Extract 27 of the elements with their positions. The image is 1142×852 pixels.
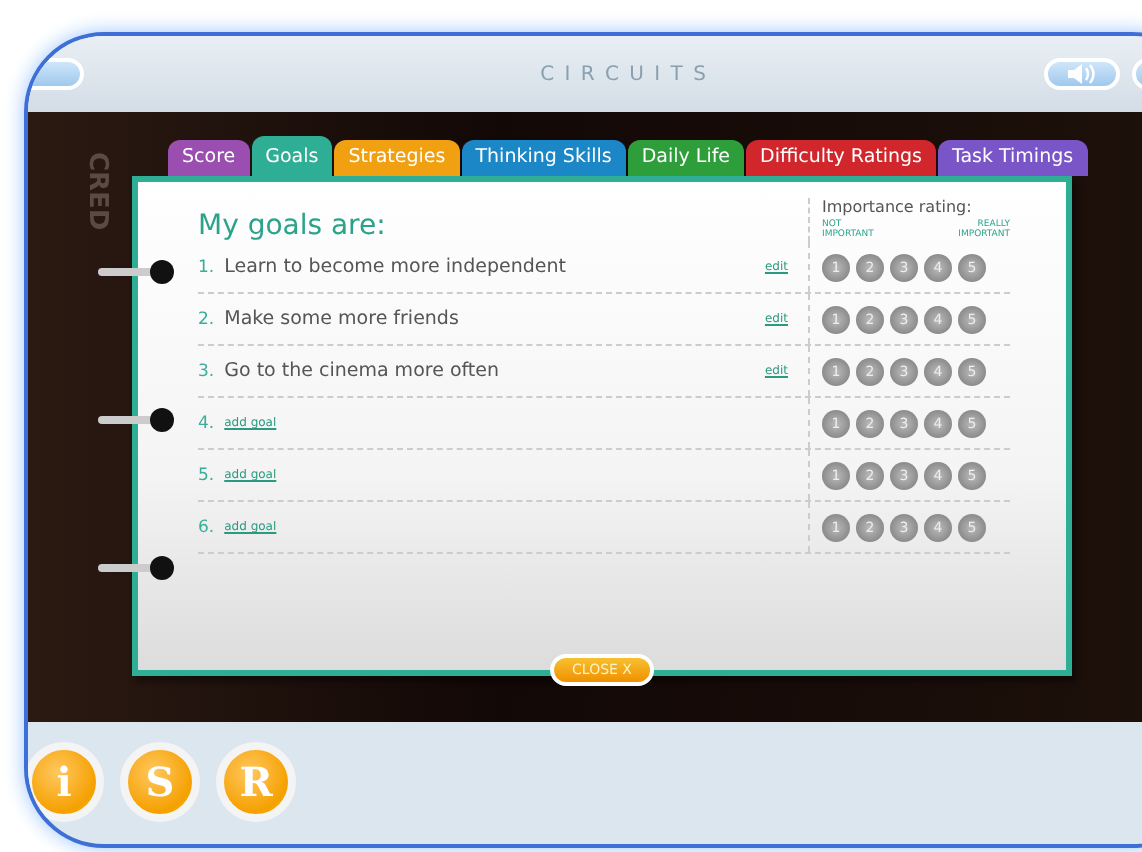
tab[interactable]: Difficulty Ratings <box>746 140 936 176</box>
tab[interactable]: Strategies <box>334 140 460 176</box>
rating-title: Importance rating: <box>822 198 974 216</box>
binder-ring-icon <box>98 258 178 286</box>
goal-text: Go to the cinema more often <box>224 360 502 382</box>
goal-number: 1. <box>198 257 215 277</box>
binder-ring-icon <box>98 406 178 434</box>
goal-number: 5. <box>198 465 215 485</box>
tab[interactable]: Score <box>168 140 250 176</box>
round-button[interactable]: R <box>216 742 296 822</box>
speaker-icon <box>1066 62 1098 86</box>
binder-ring-icon <box>98 554 178 582</box>
tab[interactable]: Task Timings <box>938 140 1088 176</box>
goal-number: 3. <box>198 361 215 381</box>
heading: My goals are: <box>198 210 386 242</box>
tab[interactable]: Goals <box>251 136 333 176</box>
window-title: C I R C U I T S <box>538 63 710 85</box>
tab[interactable]: Thinking Skills <box>461 140 626 176</box>
round-button[interactable]: S <box>120 742 200 822</box>
goal-number: 2. <box>198 309 215 329</box>
goal-text: Learn to become more independent <box>224 256 568 278</box>
goal-text: Make some more friends <box>224 308 461 330</box>
goal-number: 6. <box>198 517 215 537</box>
goal-number: 4. <box>198 413 215 433</box>
round-button[interactable]: i <box>28 742 104 822</box>
tab[interactable]: Daily Life <box>627 140 745 176</box>
back-button[interactable] <box>28 58 84 90</box>
